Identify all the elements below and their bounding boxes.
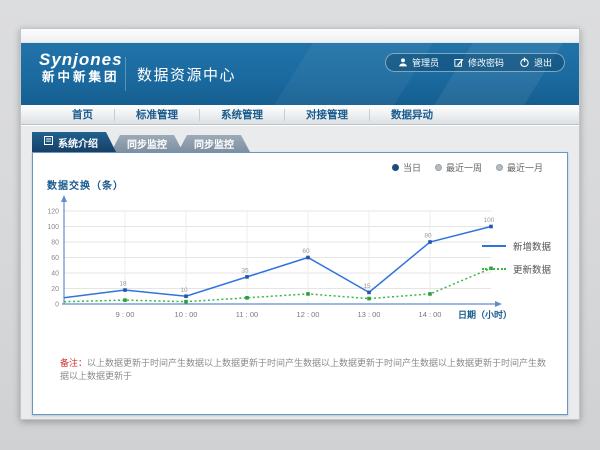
footnote-prefix: 备注： (60, 358, 87, 368)
nav-item-system-mgmt[interactable]: 系统管理 (200, 109, 285, 121)
user-menu: 管理员 修改密码 退出 (385, 53, 565, 72)
svg-text:11 : 00: 11 : 00 (236, 310, 258, 319)
power-icon (519, 57, 530, 68)
data-point-marker (367, 297, 371, 301)
change-password-label: 修改密码 (468, 56, 504, 69)
user-icon (398, 57, 408, 68)
logo-text-cn: 新中新集团 (39, 69, 123, 86)
legend-item-new-data[interactable]: 新增数据 (482, 239, 551, 253)
logout-label: 退出 (534, 56, 552, 69)
nav-item-interface-mgmt[interactable]: 对接管理 (285, 109, 370, 121)
data-point-label: 35 (241, 267, 249, 274)
data-point-marker (306, 256, 310, 260)
change-password-button[interactable]: 修改密码 (454, 56, 504, 69)
content-area: 系统介绍 同步监控 同步监控 当日 最近一周 (21, 126, 579, 419)
svg-text:14 : 00: 14 : 00 (419, 310, 442, 319)
footnote: 备注：以上数据更新于时间产生数据以上数据更新于时间产生数据以上数据更新于时间产生… (60, 357, 547, 383)
data-point-label: 18 (119, 281, 127, 288)
radio-selected-icon (392, 164, 399, 171)
data-point-marker (367, 291, 371, 295)
data-point-marker (245, 296, 249, 300)
tab-system-intro[interactable]: 系统介绍 (32, 132, 116, 152)
logo-text-en: Synjones (39, 50, 123, 69)
chart-canvas: 0 20 40 60 80 100 120 9 : 00 10 : 00 11 : 00 12 : … (42, 191, 547, 343)
chart-series-1 (64, 267, 493, 304)
data-point-label: 10 (180, 287, 188, 294)
chart-x-axis-title: 日期（小时） (458, 309, 512, 320)
svg-text:60: 60 (51, 255, 59, 262)
edit-icon (454, 57, 464, 68)
footnote-text: 以上数据更新于时间产生数据以上数据更新于时间产生数据以上数据更新于时间产生数据以… (60, 358, 546, 381)
document-icon (44, 136, 53, 148)
data-point-marker (245, 275, 249, 279)
filter-today[interactable]: 当日 (392, 161, 421, 174)
svg-text:100: 100 (47, 224, 59, 231)
filter-last-week[interactable]: 最近一周 (435, 161, 482, 174)
data-point-marker (306, 292, 310, 296)
data-point-label: 100 (484, 217, 495, 224)
solid-line-icon (482, 245, 506, 247)
svg-text:20: 20 (51, 286, 59, 293)
chart-y-axis-title: 数据交换（条） (47, 177, 124, 192)
tab-sync-monitor-1[interactable]: 同步监控 (111, 135, 183, 152)
svg-text:10 : 00: 10 : 00 (175, 310, 198, 319)
data-point-label: 15 (363, 283, 371, 290)
nav-item-home[interactable]: 首页 (51, 109, 115, 121)
nav-item-standard-mgmt[interactable]: 标准管理 (115, 109, 200, 121)
data-point-marker (489, 225, 493, 229)
tab-label: 同步监控 (194, 136, 234, 151)
company-logo: Synjones 新中新集团 (39, 50, 123, 86)
nav-item-data-change[interactable]: 数据异动 (370, 109, 454, 121)
data-point-label: 80 (424, 233, 432, 240)
tab-label: 系统介绍 (58, 135, 98, 150)
time-range-filters: 当日 最近一周 最近一月 (392, 161, 543, 174)
chart-panel: 当日 最近一周 最近一月 数据交换（条） 0 20 40 60 80 100 120 9 : … (32, 152, 568, 415)
radio-unselected-icon (435, 164, 442, 171)
tab-bar: 系统介绍 同步监控 同步监控 (32, 132, 250, 152)
window-top-strip (21, 29, 579, 43)
svg-text:0: 0 (55, 302, 59, 309)
app-header: Synjones 新中新集团 数据资源中心 管理员 修改密码 (21, 43, 579, 105)
dotted-line-icon (482, 268, 506, 270)
svg-text:13 : 00: 13 : 00 (358, 310, 381, 319)
chart-legend: 新增数据 更新数据 (482, 239, 551, 276)
filter-label: 最近一月 (507, 161, 543, 174)
tab-label: 同步监控 (127, 136, 167, 151)
data-point-marker (428, 240, 432, 244)
main-nav: 首页 标准管理 系统管理 对接管理 数据异动 (21, 105, 579, 125)
data-point-marker (184, 300, 188, 304)
page-title: 数据资源中心 (137, 64, 236, 85)
admin-user-button[interactable]: 管理员 (398, 56, 439, 69)
admin-user-label: 管理员 (412, 56, 439, 69)
header-divider (125, 57, 126, 91)
legend-item-updated-data[interactable]: 更新数据 (482, 262, 551, 276)
filter-last-month[interactable]: 最近一月 (496, 161, 543, 174)
filter-label: 当日 (403, 161, 421, 174)
svg-text:12 : 00: 12 : 00 (297, 310, 320, 319)
filter-label: 最近一周 (446, 161, 482, 174)
logout-button[interactable]: 退出 (519, 56, 552, 69)
svg-text:120: 120 (47, 209, 59, 216)
app-window: Synjones 新中新集团 数据资源中心 管理员 修改密码 (20, 28, 580, 420)
data-point-marker (184, 294, 188, 298)
data-point-label: 60 (302, 248, 310, 255)
legend-label: 新增数据 (513, 239, 551, 253)
legend-label: 更新数据 (513, 262, 551, 276)
data-point-marker (123, 288, 127, 292)
line-chart: 0 20 40 60 80 100 120 9 : 00 10 : 00 11 : 00 12 : … (42, 191, 547, 343)
svg-text:9 : 00: 9 : 00 (116, 310, 135, 319)
chart-tick-labels: 0 20 40 60 80 100 120 9 : 00 10 : 00 11 : 00 12 : … (47, 209, 441, 320)
data-point-marker (428, 292, 432, 296)
radio-unselected-icon (496, 164, 503, 171)
tab-sync-monitor-2[interactable]: 同步监控 (178, 135, 250, 152)
svg-text:80: 80 (51, 240, 59, 247)
data-point-marker (123, 298, 127, 302)
svg-text:40: 40 (51, 271, 59, 278)
